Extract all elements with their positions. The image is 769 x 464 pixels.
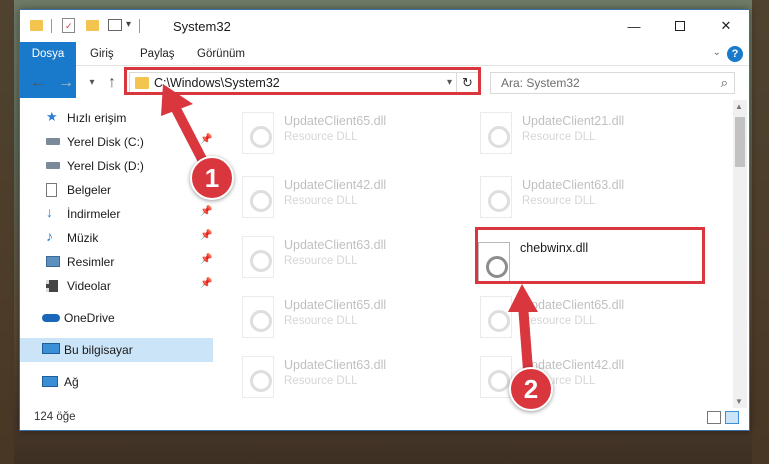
arrow-2 xyxy=(518,300,533,375)
arrow-1 xyxy=(170,102,210,170)
step-badge-1: 1 xyxy=(190,156,234,200)
arrow-2-head xyxy=(508,284,538,312)
step-badge-2: 2 xyxy=(509,367,553,411)
annotation-arrows xyxy=(161,84,538,375)
